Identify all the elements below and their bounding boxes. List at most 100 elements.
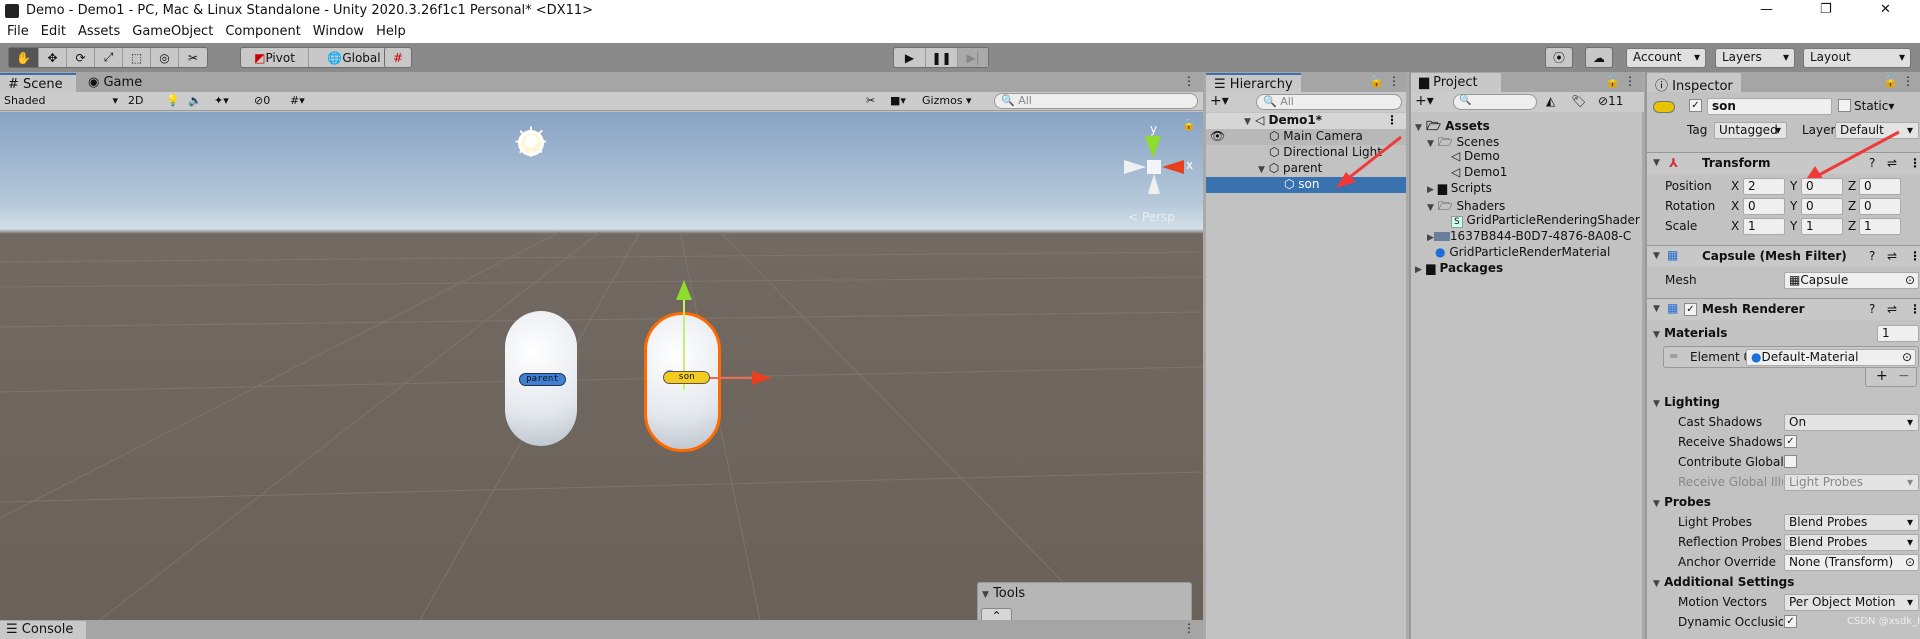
position-z-field[interactable]: 0 [1859,178,1901,195]
rotation-x-field[interactable]: 0 [1743,198,1785,215]
menu-assets[interactable]: Assets [78,24,120,39]
object-picker-icon[interactable]: ⊙ [1905,273,1915,287]
static-checkbox[interactable] [1838,99,1851,112]
pause-button[interactable]: ❚❚ [926,48,958,67]
hidden-objects-toggle[interactable]: ⊘0 [254,94,270,107]
panel-menu-icon[interactable]: ⋮ [1183,74,1195,88]
project-asset[interactable]: ◁ Demo1 [1451,165,1507,181]
persp-label[interactable]: < Persp [1128,210,1175,224]
layers-dropdown[interactable]: Layers [1715,48,1795,68]
tab-inspector[interactable]: ⓘ Inspector [1647,73,1741,94]
project-asset[interactable]: ▶ 1637B844-B0D7-4876-8A08-C [1427,229,1643,245]
rotation-y-field[interactable]: 0 [1801,198,1843,215]
presets-icon[interactable]: ⇌ [1887,302,1897,316]
scale-x-field[interactable]: 1 [1743,218,1785,235]
reflection-probes-dropdown[interactable]: Blend Probes [1784,534,1919,551]
remove-element-button[interactable]: − [1898,368,1910,384]
lock-icon[interactable]: 🔓 [1883,74,1898,88]
project-asset[interactable]: ● GridParticleRenderMaterial [1435,245,1610,261]
pivot-button[interactable]: ◩ Pivot [241,48,309,67]
layout-dropdown[interactable]: Layout [1803,48,1911,68]
mesh-filter-header[interactable]: ▼ ▦ Capsule (Mesh Filter) ? ⇌ ⋮ [1647,245,1920,267]
project-folder[interactable]: ▼ 🗁 Scenes [1427,133,1499,149]
x-arrow-icon[interactable] [752,371,772,385]
menu-gameobject[interactable]: GameObject [132,24,213,39]
gizmo-y-cone[interactable] [1145,136,1161,158]
custom-tool-icon[interactable]: ✂ [179,48,207,67]
transform-tool-icon[interactable]: ◎ [151,48,179,67]
console-menu-icon[interactable]: ⋮ [1183,621,1195,635]
menu-component[interactable]: Component [225,24,300,39]
edit-path-tool-icon[interactable]: ⌃ [981,608,1012,620]
menu-window[interactable]: Window [313,24,364,39]
name-field[interactable]: son [1707,98,1832,115]
position-x-field[interactable]: 2 [1743,178,1785,195]
tab-hierarchy[interactable]: ☰ Hierarchy [1206,73,1301,92]
mesh-renderer-header[interactable]: ▼ ▦ ✓ Mesh Renderer ? ⇌ ⋮ [1647,298,1920,320]
camera-dropdown-icon[interactable]: ■▾ [890,94,906,107]
y-arrow-icon[interactable] [676,280,692,300]
tab-game[interactable]: ◉ Game [80,73,150,92]
hidden-packages-toggle[interactable]: ⊘11 [1598,94,1623,108]
motion-vectors-dropdown[interactable]: Per Object Motion [1784,594,1919,611]
create-button[interactable]: +▾ [1415,93,1434,109]
panel-menu-icon[interactable]: ⋮ [1902,74,1914,88]
contribute-gi-checkbox[interactable] [1784,455,1797,468]
search-by-type-icon[interactable]: ◭ [1546,94,1555,108]
panel-menu-icon[interactable]: ⋮ [1388,74,1400,88]
project-folder[interactable]: ▼ 🗁 Assets [1415,117,1490,133]
help-icon[interactable]: ? [1869,302,1875,316]
scale-y-field[interactable]: 1 [1801,218,1843,235]
project-search-input[interactable]: 🔍 [1453,94,1537,110]
lock-icon[interactable]: 🔓 [1605,74,1620,88]
active-checkbox[interactable]: ✓ [1689,99,1702,112]
scene-search-input[interactable]: 🔍 All [994,93,1198,109]
object-picker-icon[interactable]: ⊙ [1905,555,1915,569]
create-button[interactable]: +▾ [1210,93,1229,109]
object-picker-icon[interactable]: ⊙ [1902,350,1912,364]
component-menu-icon[interactable]: ⋮ [1909,156,1920,170]
gizmo-neg-x-cone[interactable] [1124,160,1146,174]
receive-shadows-checkbox[interactable]: ✓ [1784,435,1797,448]
tab-project[interactable]: ▆ Project [1411,73,1501,92]
lock-icon[interactable]: 🔒 [1182,118,1196,131]
lighting-toggle-icon[interactable]: 💡 [166,94,180,107]
tools-toggle-icon[interactable]: ✂ [866,94,875,107]
grid-dropdown-icon[interactable]: #▾ [290,94,305,107]
gameobject-icon[interactable] [1653,101,1675,113]
project-asset[interactable]: S GridParticleRenderingShader [1451,213,1640,229]
scale-tool-icon[interactable]: ⤢ [95,48,123,67]
gizmo-neg-z-cone[interactable] [1148,174,1160,194]
drag-handle-icon[interactable]: ═ [1670,349,1677,363]
materials-foldout[interactable]: ▼ Materials [1653,326,1727,340]
collab-button[interactable]: ⦿ [1545,47,1573,68]
audio-toggle-icon[interactable]: 🔈 [188,94,202,107]
light-probes-dropdown[interactable]: Blend Probes [1784,514,1919,531]
anchor-override-field[interactable]: None (Transform) ⊙ [1784,554,1919,571]
scene-viewport[interactable]: ☀ parent son y x < Persp 🔒 ▼ Tools ⌃ [0,112,1203,620]
mesh-renderer-enabled-checkbox[interactable]: ✓ [1684,303,1697,316]
tab-scene[interactable]: # Scene [0,73,76,92]
component-menu-icon[interactable]: ⋮ [1909,302,1920,316]
help-icon[interactable]: ? [1869,249,1875,263]
menu-edit[interactable]: Edit [41,24,66,39]
position-y-field[interactable]: 0 [1801,178,1843,195]
move-tool-icon[interactable]: ✥ [39,48,67,67]
orientation-gizmo[interactable]: y x < Persp 🔒 [1120,118,1200,224]
close-button[interactable]: ✕ [1880,2,1891,17]
project-folder[interactable]: ▶ ▆ Packages [1415,261,1503,277]
materials-count-field[interactable]: 1 [1877,325,1919,342]
project-folder[interactable]: ▶ ▆ Scripts [1427,181,1492,197]
menu-help[interactable]: Help [376,24,406,39]
probes-foldout[interactable]: ▼ Probes [1653,495,1711,509]
directional-light-icon[interactable]: ☀ [508,120,554,166]
cast-shadows-dropdown[interactable]: On [1784,414,1919,431]
dynamic-occlusion-checkbox[interactable]: ✓ [1784,615,1797,628]
snap-button[interactable]: # [384,47,412,68]
gizmo-x-cone[interactable] [1162,160,1184,174]
step-button[interactable]: ▶| [958,48,988,67]
effects-dropdown-icon[interactable]: ✦▾ [214,94,229,107]
material-field[interactable]: ●Default-Material ⊙ [1746,349,1916,366]
rotate-tool-icon[interactable]: ⟳ [67,48,95,67]
scale-z-field[interactable]: 1 [1859,218,1901,235]
